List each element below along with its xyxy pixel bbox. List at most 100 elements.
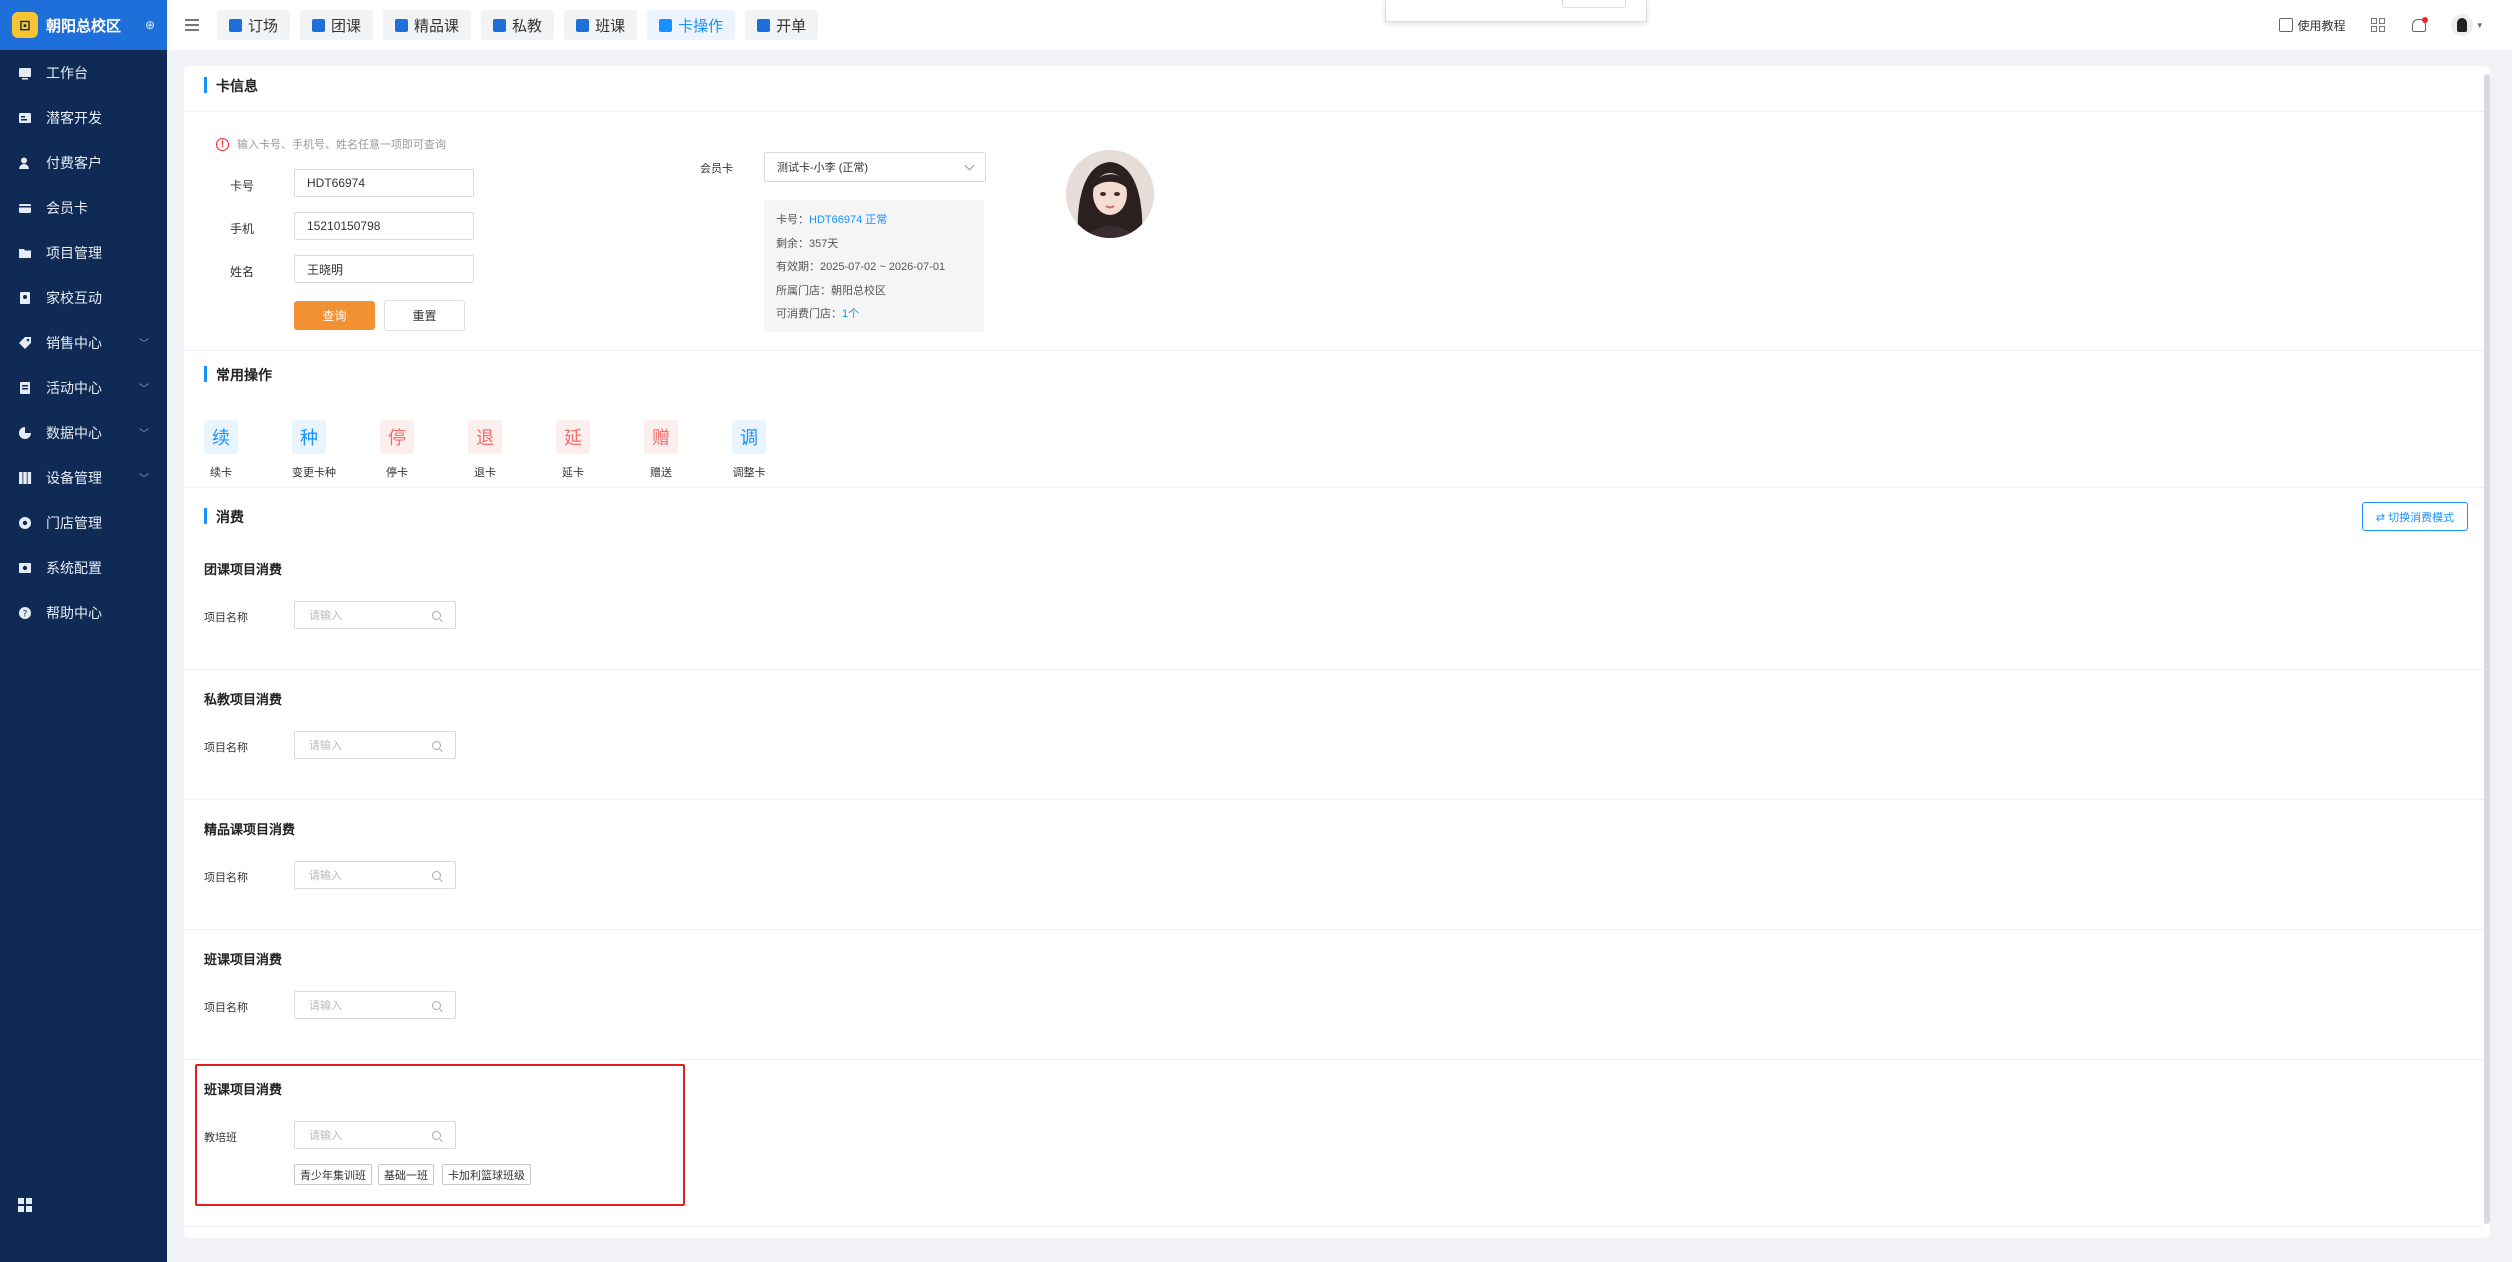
renew-icon: 续 (204, 420, 238, 454)
switch-campus-icon[interactable]: ⊕ (145, 18, 155, 32)
switch-consume-mode-button[interactable]: ⇄ 切换消费模式 (2362, 502, 2468, 531)
search-placeholder: 请输入 (309, 1130, 342, 1142)
chevron-down-icon: ﹀ (139, 474, 149, 485)
member-card-select[interactable]: 测试卡-小李 (正常) (764, 152, 986, 182)
sidebar-item-interaction[interactable]: 家校互动 (0, 275, 167, 320)
divider (184, 487, 2484, 488)
help-icon: ? (18, 606, 32, 620)
workbench-icon (18, 66, 32, 80)
card-no-input[interactable]: HDT66974 (294, 169, 474, 197)
brand-bar[interactable]: ⊡ 朝阳总校区 ⊕ (0, 0, 167, 50)
sidebar-item-label: 工作台 (46, 64, 88, 81)
reset-button[interactable]: 重置 (384, 300, 465, 331)
tag-icon (18, 336, 32, 350)
sidebar-item-prospect[interactable]: 潜客开发 (0, 95, 167, 140)
search-icon (432, 870, 441, 880)
card-detail-no: 卡号：HDT66974 正常 (776, 209, 972, 233)
training-class-search-input[interactable]: 请输入 (294, 1121, 456, 1149)
tab-premium-class[interactable]: 精品课 (383, 10, 472, 40)
card-no-link[interactable]: HDT66974 (809, 214, 862, 226)
sidebar-item-help[interactable]: ? 帮助中心 (0, 590, 167, 635)
tab-label: 订场 (248, 17, 279, 35)
op-suspend-card[interactable]: 停停卡 (380, 420, 468, 480)
card-no-prefix: 卡号： (776, 214, 809, 226)
refund-icon: 退 (468, 420, 502, 454)
class-tag[interactable]: 基础一班 (378, 1164, 434, 1185)
query-hint: ! 输入卡号、手机号、姓名任意一项即可查询 (216, 136, 446, 152)
sidebar-item-workbench[interactable]: 工作台 (0, 50, 167, 95)
sidebar-item-label: 系统配置 (46, 559, 102, 576)
sidebar-item-member-card[interactable]: 会员卡 (0, 185, 167, 230)
tab-venue-booking[interactable]: 订场 (217, 10, 291, 40)
sidebar-item-label: 门店管理 (46, 514, 102, 531)
query-button[interactable]: 查询 (294, 301, 375, 330)
op-gift[interactable]: 赠赠送 (644, 420, 732, 480)
premium-class-search-input[interactable]: 请输入 (294, 861, 456, 889)
sidebar-item-project[interactable]: 项目管理 (0, 230, 167, 275)
project-name-label: 项目名称 (204, 612, 248, 624)
sidebar-item-activity[interactable]: 活动中心 ﹀ (0, 365, 167, 410)
popover-button[interactable] (1562, 0, 1626, 8)
sidebar: ⊡ 朝阳总校区 ⊕ 工作台 潜客开发 付费客户 会员卡 项目管理 家校互动 销售… (0, 0, 167, 1262)
tab-label: 私教 (512, 17, 543, 35)
tab-private-coach[interactable]: 私教 (481, 10, 555, 40)
op-extend-card[interactable]: 延延卡 (556, 420, 644, 480)
main-panel: 卡信息 ! 输入卡号、手机号、姓名任意一项即可查询 卡号 HDT66974 手机 … (184, 66, 2490, 1238)
op-label: 停卡 (386, 467, 408, 479)
training-class-label: 教培班 (204, 1132, 237, 1144)
sidebar-item-sales[interactable]: 销售中心 ﹀ (0, 320, 167, 365)
scrollbar[interactable] (2484, 74, 2490, 1224)
tab-label: 班课 (595, 17, 626, 35)
usable-stores-prefix: 可消费门店： (776, 308, 842, 320)
chevron-down-icon: ﹀ (139, 339, 149, 350)
app-grid-icon[interactable] (18, 1198, 32, 1212)
card-detail-store: 所属门店：朝阳总校区 (776, 284, 886, 297)
tutorial-link[interactable]: 使用教程 (2279, 17, 2345, 34)
divider (184, 799, 2484, 800)
card-detail-box: 卡号：HDT66974 正常 剩余：357天 有效期：2025-07-02 ~ … (764, 200, 984, 332)
op-label: 退卡 (474, 467, 496, 479)
apps-grid-icon[interactable] (2371, 18, 2386, 32)
sidebar-item-system[interactable]: 系统配置 (0, 545, 167, 590)
op-refund-card[interactable]: 退退卡 (468, 420, 556, 480)
sidebar-item-device[interactable]: 设备管理 ﹀ (0, 455, 167, 500)
menu-toggle-icon[interactable] (167, 24, 217, 26)
op-adjust-card[interactable]: 调调整卡 (732, 420, 820, 480)
card-detail-validity: 有效期：2025-07-02 ~ 2026-07-01 (776, 261, 946, 273)
search-placeholder: 请输入 (309, 610, 342, 622)
subsection-title-private-coach: 私教项目消费 (204, 692, 283, 707)
op-renew-card[interactable]: 续续卡 (204, 420, 292, 480)
class-course-search-input[interactable]: 请输入 (294, 991, 456, 1019)
sidebar-item-data[interactable]: 数据中心 ﹀ (0, 410, 167, 455)
book-icon (312, 18, 326, 32)
user-menu[interactable]: ▾ (2451, 14, 2482, 36)
chevron-down-icon: ﹀ (139, 384, 149, 395)
sidebar-item-customer[interactable]: 付费客户 (0, 140, 167, 185)
tab-class-course[interactable]: 班课 (564, 10, 638, 40)
sidebar-item-store[interactable]: 门店管理 (0, 500, 167, 545)
info-icon: ! (216, 137, 229, 151)
search-placeholder: 请输入 (309, 1000, 342, 1012)
usable-stores-link[interactable]: 1个 (842, 308, 859, 320)
notification-bell-icon[interactable] (2411, 17, 2429, 33)
divider (184, 929, 2484, 930)
tab-create-order[interactable]: 开单 (745, 10, 819, 40)
sidebar-item-label: 帮助中心 (46, 604, 102, 621)
op-label: 赠送 (650, 467, 672, 479)
divider (184, 350, 2484, 351)
users-icon (493, 18, 507, 32)
op-label: 延卡 (562, 467, 584, 479)
hint-text: 输入卡号、手机号、姓名任意一项即可查询 (237, 139, 446, 151)
group-class-search-input[interactable]: 请输入 (294, 601, 456, 629)
class-tag[interactable]: 青少年集训班 (294, 1164, 372, 1185)
tab-group-class[interactable]: 团课 (300, 10, 374, 40)
op-change-card-type[interactable]: 种变更卡种 (292, 420, 380, 480)
project-name-label: 项目名称 (204, 742, 248, 754)
phone-input[interactable]: 15210150798 (294, 212, 474, 240)
class-tag[interactable]: 卡加利篮球班级 (442, 1164, 531, 1185)
name-input[interactable]: 王晓明 (294, 255, 474, 283)
tab-card-operation[interactable]: 卡操作 (647, 10, 736, 40)
name-label: 姓名 (230, 265, 255, 279)
sidebar-item-label: 销售中心 (46, 334, 102, 351)
private-coach-search-input[interactable]: 请输入 (294, 731, 456, 759)
